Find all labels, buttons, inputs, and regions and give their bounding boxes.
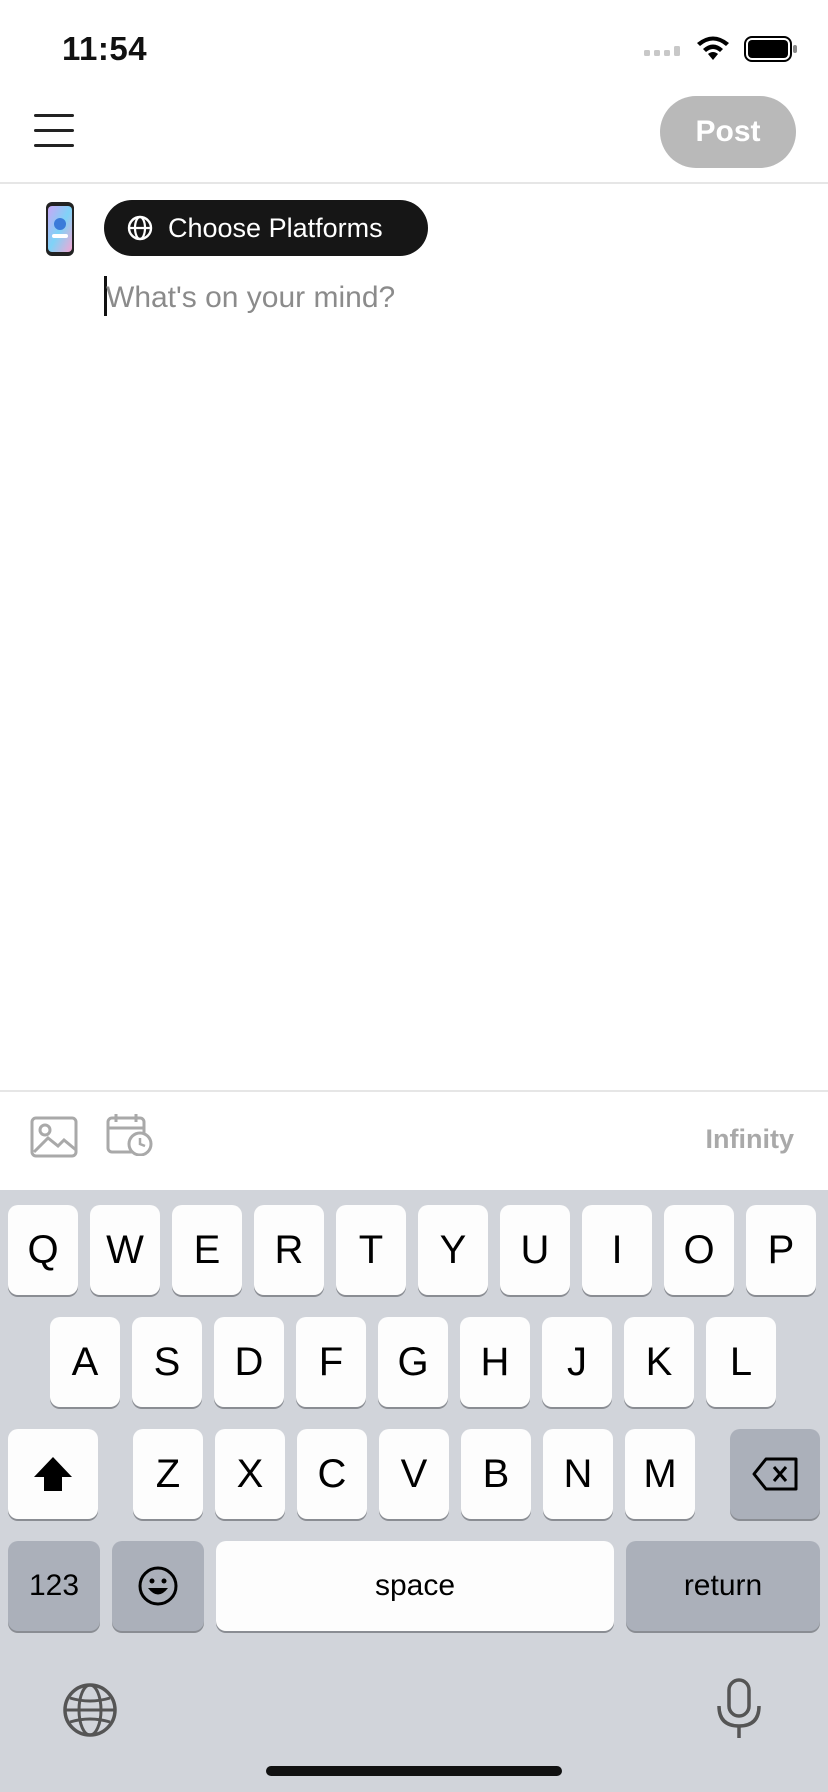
key-q[interactable]: Q xyxy=(8,1205,78,1295)
key-o[interactable]: O xyxy=(664,1205,734,1295)
delete-key[interactable] xyxy=(730,1429,820,1519)
choose-platforms-button[interactable]: Choose Platforms xyxy=(104,200,428,256)
key-b[interactable]: B xyxy=(461,1429,531,1519)
key-z[interactable]: Z xyxy=(133,1429,203,1519)
shift-icon xyxy=(34,1457,72,1491)
schedule-icon[interactable] xyxy=(106,1112,154,1156)
key-r[interactable]: R xyxy=(254,1205,324,1295)
key-h[interactable]: H xyxy=(460,1317,530,1407)
key-f[interactable]: F xyxy=(296,1317,366,1407)
key-u[interactable]: U xyxy=(500,1205,570,1295)
hamburger-icon xyxy=(34,114,74,117)
composer-toolbar: Infinity xyxy=(0,1090,828,1190)
key-t[interactable]: T xyxy=(336,1205,406,1295)
post-text-input[interactable] xyxy=(106,276,786,320)
status-bar: 11:54 xyxy=(0,0,828,96)
return-key[interactable]: return xyxy=(626,1541,820,1631)
avatar-image xyxy=(46,202,74,256)
menu-button[interactable] xyxy=(34,114,74,150)
avatar[interactable] xyxy=(36,200,84,260)
key-s[interactable]: S xyxy=(132,1317,202,1407)
status-icons xyxy=(644,36,798,62)
key-d[interactable]: D xyxy=(214,1317,284,1407)
post-button[interactable]: Post xyxy=(660,96,796,168)
emoji-key[interactable] xyxy=(112,1541,204,1631)
key-j[interactable]: J xyxy=(542,1317,612,1407)
battery-icon xyxy=(744,36,797,62)
status-time: 11:54 xyxy=(62,30,148,67)
cellular-signal-icon xyxy=(644,46,680,56)
delete-icon xyxy=(752,1457,798,1491)
key-l[interactable]: L xyxy=(706,1317,776,1407)
choose-platforms-label: Choose Platforms xyxy=(168,212,383,243)
key-g[interactable]: G xyxy=(378,1317,448,1407)
top-nav: Post xyxy=(0,96,828,184)
key-n[interactable]: N xyxy=(543,1429,613,1519)
key-e[interactable]: E xyxy=(172,1205,242,1295)
character-limit-label: Infinity xyxy=(705,1124,795,1154)
microphone-icon[interactable] xyxy=(714,1678,764,1740)
globe-icon xyxy=(127,215,153,241)
key-a[interactable]: A xyxy=(50,1317,120,1407)
key-p[interactable]: P xyxy=(746,1205,816,1295)
key-m[interactable]: M xyxy=(625,1429,695,1519)
key-w[interactable]: W xyxy=(90,1205,160,1295)
key-k[interactable]: K xyxy=(624,1317,694,1407)
keyboard-globe-icon[interactable] xyxy=(62,1682,118,1738)
home-indicator xyxy=(266,1766,562,1776)
image-icon[interactable] xyxy=(30,1116,78,1158)
key-v[interactable]: V xyxy=(379,1429,449,1519)
key-x[interactable]: X xyxy=(215,1429,285,1519)
emoji-icon xyxy=(138,1566,178,1606)
shift-key[interactable] xyxy=(8,1429,98,1519)
wifi-icon xyxy=(697,36,729,60)
space-key[interactable]: space xyxy=(216,1541,614,1631)
key-y[interactable]: Y xyxy=(418,1205,488,1295)
key-i[interactable]: I xyxy=(582,1205,652,1295)
key-c[interactable]: C xyxy=(297,1429,367,1519)
numbers-key[interactable]: 123 xyxy=(8,1541,100,1631)
